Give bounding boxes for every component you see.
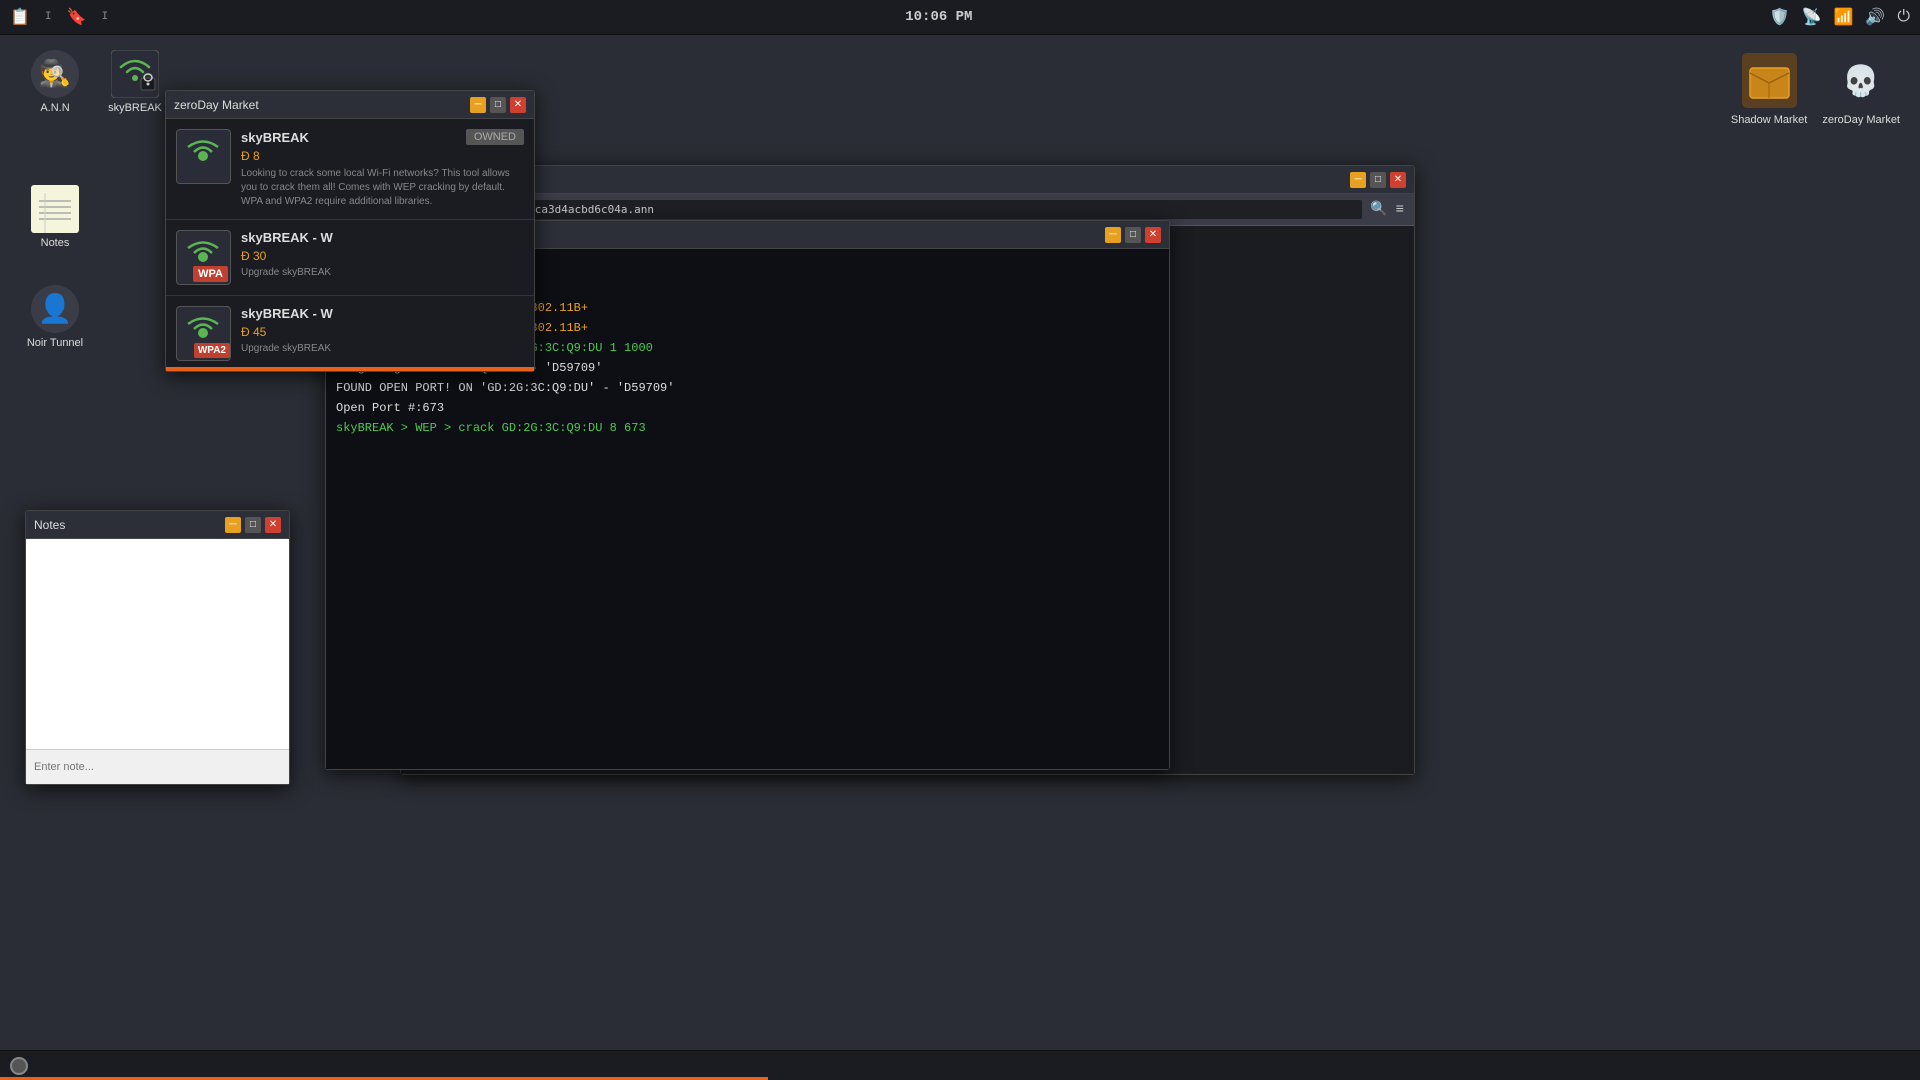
market-skybreak-price: Ð 8 <box>241 149 524 163</box>
terminal-line: FOUND OPEN PORT! ON 'GD:2G:3C:Q9:DU' - '… <box>336 379 1159 397</box>
desktop-icon-noir-tunnel[interactable]: 👤 Noir Tunnel <box>20 285 90 349</box>
address-input[interactable] <box>427 200 1362 219</box>
market-wpa2-price: Ð 45 <box>241 325 524 339</box>
notes-input[interactable] <box>34 761 281 773</box>
notes-controls: ─ □ ✕ <box>225 517 281 533</box>
taskbar-counter-2: I <box>101 11 108 23</box>
browser-maximize-button[interactable]: □ <box>1370 172 1386 188</box>
noir-tunnel-label: Noir Tunnel <box>27 337 83 349</box>
desktop: 🕵️ A.N.N skyBREAK <box>0 35 1920 1050</box>
market-item-wpa2[interactable]: WPA2 skyBREAK - W Ð 45 Upgrade skyBREAK <box>166 296 534 371</box>
terminal-line: skyBREAK > WEP > crack GD:2G:3C:Q9:DU 8 … <box>336 419 1159 437</box>
market-wpa-icon: WPA <box>176 230 231 285</box>
notes-input-area[interactable] <box>26 749 289 784</box>
notes-minimize-button[interactable]: ─ <box>225 517 241 533</box>
search-icon[interactable]: 🔍 <box>1370 201 1387 218</box>
market-wpa2-upgrade: Upgrade skyBREAK <box>241 343 524 354</box>
zeroday-market-label: zeroDay Market <box>1822 114 1900 126</box>
skybreak-maximize-button[interactable]: □ <box>1125 227 1141 243</box>
market-wpa-name: skyBREAK - W <box>241 230 333 245</box>
browser-controls: ─ □ ✕ <box>1350 172 1406 188</box>
notes-close-button[interactable]: ✕ <box>265 517 281 533</box>
market-skybreak-header: skyBREAK OWNED <box>241 129 524 145</box>
market-wpa-upgrade: Upgrade skyBREAK <box>241 267 524 278</box>
taskbar-right: 🛡️ 📡 📶 🔊 ⏻ <box>1770 7 1910 27</box>
market-item-wpa[interactable]: WPA skyBREAK - W Ð 30 Upgrade skyBREAK <box>166 220 534 296</box>
svg-text:👤: 👤 <box>38 292 73 327</box>
zeroday-market-img: 💀 <box>1831 50 1891 110</box>
desktop-icon-skybreak[interactable]: skyBREAK <box>100 50 170 114</box>
browser-close-button[interactable]: ✕ <box>1390 172 1406 188</box>
bottom-indicator <box>10 1057 28 1075</box>
skybreak-close-button[interactable]: ✕ <box>1145 227 1161 243</box>
zeroday-maximize-button[interactable]: □ <box>490 97 506 113</box>
broadcast-icon: 📡 <box>1802 7 1822 27</box>
top-taskbar: 📋 I 🔖 I 10:06 PM 🛡️ 📡 📶 🔊 ⏻ <box>0 0 1920 35</box>
owned-badge: OWNED <box>466 129 524 145</box>
notes-window-title: Notes <box>34 518 65 532</box>
shadow-market-icon[interactable]: Shadow Market <box>1731 50 1807 126</box>
bottom-bar <box>0 1050 1920 1080</box>
zeroday-market-window: zeroDay Market ─ □ ✕ skyBRE <box>165 90 535 372</box>
right-desktop-icons: Shadow Market 💀 zeroDay Market <box>1731 50 1900 126</box>
zeroday-market-controls: ─ □ ✕ <box>470 97 526 113</box>
market-skybreak-name: skyBREAK <box>241 130 309 145</box>
taskbar-icon-bookmark[interactable]: 🔖 <box>67 7 87 27</box>
notes-titlebar[interactable]: Notes ─ □ ✕ <box>26 511 289 539</box>
desktop-icon-notes[interactable]: Notes <box>20 185 90 249</box>
market-skybreak-icon <box>176 129 231 184</box>
wpa-badge: WPA <box>193 266 228 282</box>
wpa2-badge: WPA2 <box>194 343 230 358</box>
zeroday-minimize-button[interactable]: ─ <box>470 97 486 113</box>
market-wpa2-header: skyBREAK - W <box>241 306 524 321</box>
taskbar-left: 📋 I 🔖 I <box>10 7 108 27</box>
market-item-skybreak[interactable]: skyBREAK OWNED Ð 8 Looking to crack some… <box>166 119 534 220</box>
wifi-icon: 📶 <box>1834 7 1854 27</box>
noir-tunnel-icon: 👤 <box>31 285 79 333</box>
shield-icon: 🛡️ <box>1770 7 1790 27</box>
market-wpa-header: skyBREAK - W <box>241 230 524 245</box>
browser-minimize-button[interactable]: ─ <box>1350 172 1366 188</box>
notes-window: Notes ─ □ ✕ <box>25 510 290 785</box>
skybreak-label: skyBREAK <box>108 102 162 114</box>
browser-titlebar[interactable]: Browser ─ □ ✕ <box>401 166 1414 194</box>
svg-text:💀: 💀 <box>1842 63 1879 101</box>
zeroday-market-desktop-icon[interactable]: 💀 zeroDay Market <box>1822 50 1900 126</box>
ann-icon: 🕵️ <box>31 50 79 98</box>
terminal-line: Open Port #:673 <box>336 399 1159 417</box>
market-skybreak-desc: Looking to crack some local Wi-Fi networ… <box>241 167 524 209</box>
skybreak-minimize-button[interactable]: ─ <box>1105 227 1121 243</box>
volume-icon: 🔊 <box>1865 7 1885 27</box>
market-body: skyBREAK OWNED Ð 8 Looking to crack some… <box>166 119 534 371</box>
market-orange-bar <box>166 367 534 371</box>
shadow-market-img <box>1739 50 1799 110</box>
skybreak-icon <box>111 50 159 98</box>
market-wpa-info: skyBREAK - W Ð 30 Upgrade skyBREAK <box>241 230 524 278</box>
taskbar-icon-clipboard[interactable]: 📋 <box>10 7 30 27</box>
taskbar-counter-1: I <box>45 11 52 23</box>
zeroday-market-titlebar[interactable]: zeroDay Market ─ □ ✕ <box>166 91 534 119</box>
notes-content <box>26 539 289 749</box>
notes-maximize-button[interactable]: □ <box>245 517 261 533</box>
ann-label: A.N.N <box>40 102 69 114</box>
svg-text:🕵️: 🕵️ <box>39 58 71 90</box>
notes-label: Notes <box>41 237 70 249</box>
taskbar-time: 10:06 PM <box>905 9 972 25</box>
power-icon[interactable]: ⏻ <box>1897 8 1910 26</box>
zeroday-close-button[interactable]: ✕ <box>510 97 526 113</box>
desktop-icon-ann[interactable]: 🕵️ A.N.N <box>20 50 90 114</box>
shadow-market-label: Shadow Market <box>1731 114 1807 126</box>
market-wpa2-info: skyBREAK - W Ð 45 Upgrade skyBREAK <box>241 306 524 354</box>
market-wpa-price: Ð 30 <box>241 249 524 263</box>
market-wpa2-name: skyBREAK - W <box>241 306 333 321</box>
skybreak-controls: ─ □ ✕ <box>1105 227 1161 243</box>
zeroday-market-title: zeroDay Market <box>174 98 259 112</box>
notes-body <box>26 539 289 784</box>
menu-icon[interactable]: ≡ <box>1396 202 1404 218</box>
market-skybreak-info: skyBREAK OWNED Ð 8 Looking to crack some… <box>241 129 524 209</box>
notes-icon <box>31 185 79 233</box>
market-wpa2-icon: WPA2 <box>176 306 231 361</box>
